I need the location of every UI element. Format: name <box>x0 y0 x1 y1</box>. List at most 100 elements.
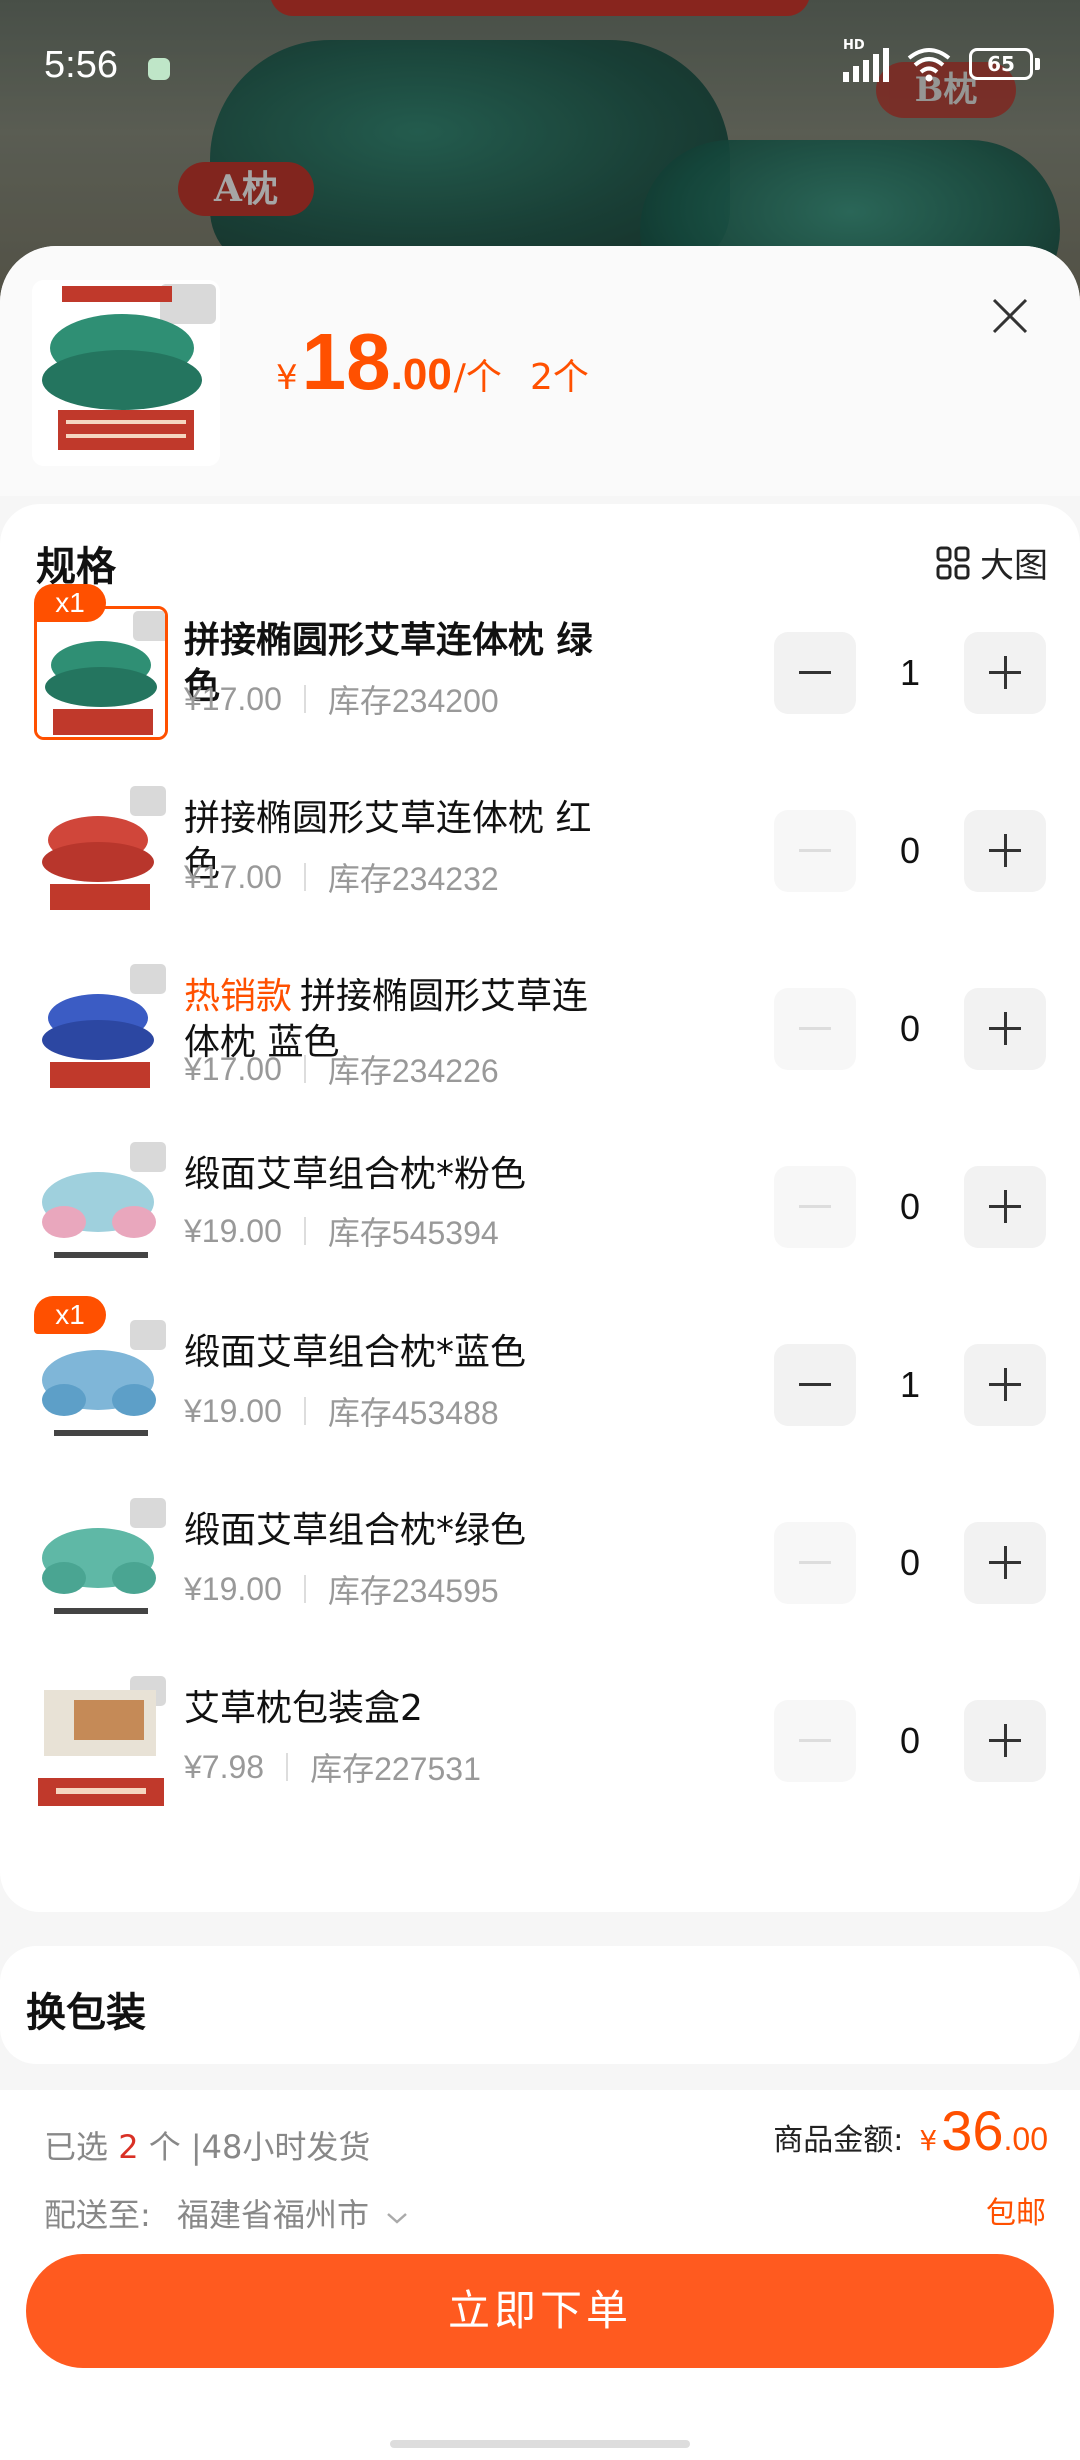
decrease-button[interactable] <box>774 1700 856 1782</box>
close-icon[interactable] <box>984 290 1036 342</box>
notification-icon <box>148 58 170 80</box>
selected-product-thumbnail[interactable] <box>32 280 220 466</box>
sku-item-blue-oval[interactable]: 热销款 拼接椭圆形艾草连 体枕 蓝色 ¥17.00 库存234226 0 <box>0 962 1080 1112</box>
increase-button[interactable] <box>964 810 1046 892</box>
sku-price: ¥17.00 <box>184 1050 282 1087</box>
selected-prefix: 已选 <box>44 2128 109 2166</box>
goods-amount: 商品金额: ¥ 36 .00 <box>773 2098 1048 2163</box>
status-time: 5:56 <box>44 44 118 86</box>
sku-price: ¥19.00 <box>184 1570 282 1607</box>
spec-card: 规格 大图 x1 拼接椭圆形艾草连体枕 绿色 ¥17.00库存234200 1 <box>0 504 1080 1912</box>
quantity-stepper: 0 <box>774 1700 1046 1782</box>
status-bar: 5:56 HD 65 <box>0 0 1080 130</box>
repack-title: 换包装 <box>26 1990 146 2036</box>
big-image-toggle[interactable]: 大图 <box>936 538 1048 587</box>
sku-meta: ¥17.00 库存234226 <box>184 1046 499 1092</box>
status-icons: HD 65 <box>843 38 1040 82</box>
quantity-value[interactable]: 1 <box>856 632 964 714</box>
sku-item-green-oval[interactable]: x1 拼接椭圆形艾草连体枕 绿色 ¥17.00 库存234200 1 <box>0 584 1080 756</box>
sku-name: 缎面艾草组合枕*绿色 <box>184 1510 527 1551</box>
shipping-destination[interactable]: 配送至: 福建省福州市 <box>44 2190 409 2236</box>
increase-button[interactable] <box>964 1700 1046 1782</box>
quantity-value[interactable]: 0 <box>856 1522 964 1604</box>
sheet-header: ¥ 18 .00 /个 2个 <box>0 246 1080 496</box>
amount-decimal: .00 <box>1003 2121 1048 2157</box>
free-shipping-label: 包邮 <box>986 2196 1046 2231</box>
sku-item-pink-satin[interactable]: 缎面艾草组合枕*粉色 ¥19.00 库存545394 0 <box>0 1140 1080 1290</box>
selected-suffix: 个 |48小时发货 <box>148 2128 371 2166</box>
sku-meta: ¥17.00 库存234200 <box>184 676 499 722</box>
sku-item-gift-box[interactable]: 艾草枕包装盒2 ¥7.98 库存227531 0 <box>0 1674 1080 1824</box>
increase-button[interactable] <box>964 988 1046 1070</box>
sku-meta: ¥7.98 库存227531 <box>184 1744 481 1790</box>
shipping-label: 配送至: <box>44 2196 151 2234</box>
price-unit: /个 <box>453 357 502 398</box>
sku-meta: ¥19.00 库存234595 <box>184 1566 499 1612</box>
sku-stock: 库存234226 <box>327 1053 499 1089</box>
sku-item-blue-satin[interactable]: x1 缎面艾草组合枕*蓝色 ¥19.00 库存453488 1 <box>0 1296 1080 1468</box>
quantity-stepper: 1 <box>774 1344 1046 1426</box>
sku-price: ¥7.98 <box>184 1748 265 1785</box>
quantity-value[interactable]: 0 <box>856 1166 964 1248</box>
network-type-label: HD <box>843 38 865 53</box>
qty-badge: x1 <box>34 584 106 622</box>
sku-price: ¥17.00 <box>184 680 282 717</box>
grid-icon <box>936 546 970 579</box>
sku-meta: ¥19.00 库存453488 <box>184 1388 499 1434</box>
chevron-down-icon[interactable] <box>385 2210 409 2226</box>
sku-item-green-satin[interactable]: 缎面艾草组合枕*绿色 ¥19.00 库存234595 0 <box>0 1496 1080 1646</box>
selected-count: 2个 <box>529 357 589 398</box>
amount-label: 商品金额: <box>773 2123 904 2158</box>
battery-icon: 65 <box>969 48 1040 80</box>
sku-thumbnail[interactable] <box>34 1496 168 1630</box>
increase-button[interactable] <box>964 1522 1046 1604</box>
unit-price: ¥ 18 .00 /个 2个 <box>276 316 589 408</box>
sku-stock: 库存227531 <box>310 1751 481 1787</box>
sku-stock: 库存234595 <box>327 1573 499 1609</box>
sku-thumbnail[interactable] <box>34 1318 168 1452</box>
decrease-button[interactable] <box>774 988 856 1070</box>
sku-thumbnail[interactable] <box>34 962 168 1096</box>
increase-button[interactable] <box>964 632 1046 714</box>
sku-thumbnail[interactable] <box>34 606 168 740</box>
price-currency: ¥ <box>276 358 298 398</box>
quantity-value[interactable]: 0 <box>856 1700 964 1782</box>
sku-name-line1: 拼接椭圆形艾草连 <box>300 976 589 1017</box>
sku-stock: 库存453488 <box>327 1395 499 1431</box>
sku-name: 缎面艾草组合枕*蓝色 <box>184 1332 527 1373</box>
increase-button[interactable] <box>964 1166 1046 1248</box>
home-indicator <box>390 2440 690 2448</box>
quantity-stepper: 0 <box>774 810 1046 892</box>
hot-sale-tag: 热销款 <box>184 976 293 1017</box>
place-order-button[interactable]: 立即下单 <box>26 2254 1054 2368</box>
price-decimal: .00 <box>390 350 452 399</box>
signal-icon: HD <box>843 38 889 82</box>
sku-stock: 库存234232 <box>327 861 499 897</box>
quantity-value[interactable]: 0 <box>856 810 964 892</box>
quantity-value[interactable]: 1 <box>856 1344 964 1426</box>
repack-section[interactable]: 换包装 <box>0 1946 1080 2064</box>
shipping-address[interactable]: 福建省福州市 <box>177 2196 369 2234</box>
amount-integer: 36 <box>941 2099 1004 2162</box>
sku-price: ¥19.00 <box>184 1212 282 1249</box>
sku-thumbnail[interactable] <box>34 784 168 918</box>
decrease-button[interactable] <box>774 1522 856 1604</box>
sku-thumbnail[interactable] <box>34 1140 168 1274</box>
sku-price: ¥17.00 <box>184 858 282 895</box>
decrease-button[interactable] <box>774 810 856 892</box>
price-integer: 18 <box>301 317 391 406</box>
sku-meta: ¥17.00 库存234232 <box>184 854 499 900</box>
sku-stock: 库存545394 <box>327 1215 499 1251</box>
quantity-stepper: 1 <box>774 632 1046 714</box>
increase-button[interactable] <box>964 1344 1046 1426</box>
sku-name: 缎面艾草组合枕*粉色 <box>184 1154 527 1195</box>
quantity-stepper: 0 <box>774 1166 1046 1248</box>
decrease-button[interactable] <box>774 632 856 714</box>
sku-name: 艾草枕包装盒2 <box>184 1688 423 1729</box>
decrease-button[interactable] <box>774 1166 856 1248</box>
amount-currency: ¥ <box>919 2124 938 2157</box>
quantity-value[interactable]: 0 <box>856 988 964 1070</box>
sku-item-red-oval[interactable]: 拼接椭圆形艾草连体枕 红色 ¥17.00 库存234232 0 <box>0 784 1080 934</box>
decrease-button[interactable] <box>774 1344 856 1426</box>
sku-thumbnail[interactable] <box>34 1674 168 1808</box>
